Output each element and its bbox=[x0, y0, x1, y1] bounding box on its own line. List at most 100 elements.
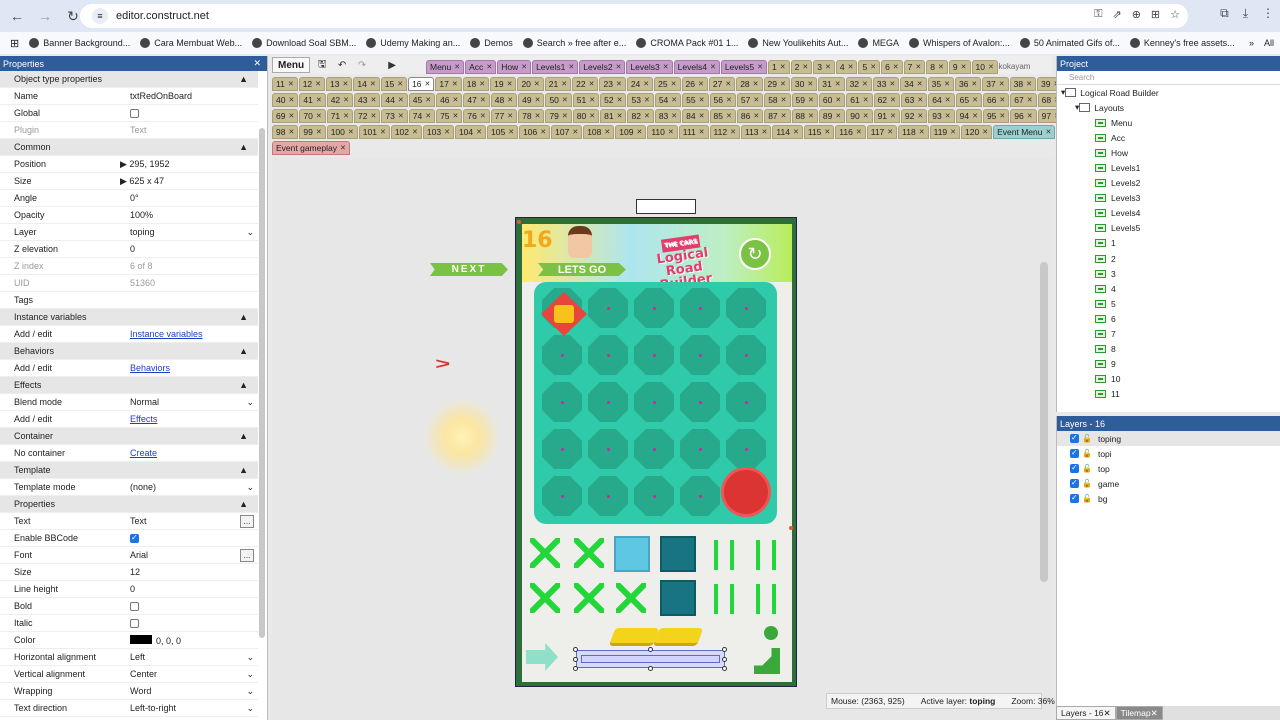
close-icon[interactable]: ✕ bbox=[726, 112, 732, 120]
close-icon[interactable]: ✕ bbox=[835, 96, 841, 104]
close-icon[interactable]: ✕ bbox=[961, 63, 967, 71]
board-tile[interactable] bbox=[634, 288, 674, 328]
close-icon[interactable]: ✕ bbox=[856, 128, 862, 136]
property-section[interactable]: Properties ▲ bbox=[0, 496, 258, 513]
layout-item[interactable]: 11 bbox=[1057, 387, 1280, 402]
tab-layout[interactable]: 117 ✕ bbox=[866, 125, 898, 139]
tab-event-gameplay[interactable]: Event gameplay ✕ bbox=[272, 141, 350, 155]
tab-layout[interactable]: 2 ✕ bbox=[790, 60, 813, 74]
close-icon[interactable]: ✕ bbox=[999, 80, 1005, 88]
tab-layout[interactable]: 40 ✕ bbox=[272, 93, 299, 107]
board-tile[interactable] bbox=[634, 382, 674, 422]
tab-layout[interactable]: Levels5 ✕ bbox=[720, 60, 768, 74]
property-value[interactable]: ▶ 625 x 47 bbox=[120, 176, 258, 187]
close-icon[interactable]: ✕ bbox=[453, 96, 459, 104]
resize-handle[interactable] bbox=[573, 647, 578, 652]
collapse-icon[interactable]: ▲ bbox=[239, 380, 248, 390]
properties-scrollbar[interactable] bbox=[259, 128, 265, 638]
address-bar[interactable]: ≡ editor.construct.net ⚿ ⇗ ⊕ ⊞ ☆ bbox=[80, 4, 1188, 28]
close-icon[interactable]: ✕ bbox=[397, 80, 403, 88]
collapse-icon[interactable]: ▲ bbox=[239, 74, 248, 84]
close-icon[interactable]: ✕ bbox=[781, 112, 787, 120]
tab-layout[interactable]: 41 ✕ bbox=[299, 93, 326, 107]
resize-handle[interactable] bbox=[573, 657, 578, 662]
property-value[interactable]: Center ⌄ bbox=[127, 669, 258, 680]
tab-layout[interactable]: 73 ✕ bbox=[381, 109, 408, 123]
property-value[interactable]: 0, 0, 0 bbox=[127, 634, 258, 646]
layouts-folder[interactable]: ▾ Layouts bbox=[1057, 100, 1280, 115]
tab-layout[interactable]: 1 ✕ bbox=[768, 60, 790, 74]
close-icon[interactable]: ✕ bbox=[972, 112, 978, 120]
layer-row[interactable]: 🔓 game bbox=[1057, 476, 1280, 491]
property-value[interactable]: Create bbox=[127, 448, 258, 458]
board-tile[interactable] bbox=[726, 288, 766, 328]
close-icon[interactable]: ✕ bbox=[699, 96, 705, 104]
layer-row[interactable]: 🔓 topi bbox=[1057, 446, 1280, 461]
browse-button[interactable]: ... bbox=[240, 514, 254, 528]
layer-row[interactable]: 🔓 bg bbox=[1057, 491, 1280, 506]
redo-icon[interactable]: ↷ bbox=[354, 57, 370, 73]
close-icon[interactable]: ✕ bbox=[699, 128, 705, 136]
tab-layout[interactable]: 93 ✕ bbox=[928, 109, 955, 123]
tab-layout[interactable]: 27 ✕ bbox=[708, 77, 736, 91]
bookmark-item[interactable]: Download Soal SBM... bbox=[252, 38, 356, 48]
close-icon[interactable]: ✕ bbox=[343, 112, 349, 120]
close-icon[interactable]: ✕ bbox=[568, 63, 574, 71]
tab-layout[interactable]: 118 ✕ bbox=[898, 125, 929, 139]
close-icon[interactable]: ✕ bbox=[671, 96, 677, 104]
tab-layout[interactable]: 17 ✕ bbox=[435, 77, 462, 91]
board-tile[interactable] bbox=[680, 476, 720, 516]
board-tile[interactable] bbox=[680, 429, 720, 469]
tab-layout[interactable]: 111 ✕ bbox=[678, 125, 709, 139]
tab-layout[interactable]: 28 ✕ bbox=[736, 77, 763, 91]
dropdown-icon[interactable]: ⌄ bbox=[246, 482, 254, 493]
tab-layout[interactable]: Menu ✕ bbox=[426, 60, 465, 74]
install-icon[interactable]: ⊞ bbox=[1151, 8, 1160, 21]
tab-layout[interactable]: 84 ✕ bbox=[682, 109, 709, 123]
property-section[interactable]: Container ▲ bbox=[0, 428, 258, 445]
close-icon[interactable]: ✕ bbox=[316, 96, 322, 104]
tab-layout[interactable]: 65 ✕ bbox=[955, 93, 982, 107]
bookmark-item[interactable]: Demos bbox=[470, 38, 513, 48]
property-value[interactable]: toping ⌄ bbox=[127, 227, 258, 238]
property-value[interactable]: Arial... bbox=[127, 548, 258, 562]
close-icon[interactable]: ✕ bbox=[887, 128, 893, 136]
close-icon[interactable]: ✕ bbox=[315, 80, 321, 88]
close-icon[interactable]: ✕ bbox=[643, 80, 649, 88]
collapse-icon[interactable]: ▲ bbox=[239, 431, 248, 441]
expand-icon[interactable]: ▶ bbox=[120, 176, 129, 186]
resize-handle[interactable] bbox=[648, 666, 653, 671]
close-icon[interactable]: ✕ bbox=[412, 128, 418, 136]
property-link[interactable]: Instance variables bbox=[130, 329, 203, 339]
board-tile[interactable] bbox=[634, 335, 674, 375]
tab-layout[interactable]: 82 ✕ bbox=[627, 109, 654, 123]
tab-layout[interactable]: 85 ✕ bbox=[709, 109, 736, 123]
tab-layout[interactable]: 18 ✕ bbox=[462, 77, 490, 91]
close-icon[interactable]: ✕ bbox=[316, 128, 322, 136]
dropdown-icon[interactable]: ⌄ bbox=[246, 669, 254, 680]
sunburst-sprite[interactable] bbox=[422, 397, 502, 477]
property-value[interactable]: Text... bbox=[127, 514, 258, 528]
tab-layout[interactable]: 54 ✕ bbox=[654, 93, 682, 107]
tab-layout[interactable]: 6 ✕ bbox=[881, 60, 903, 74]
close-icon[interactable]: ✕ bbox=[644, 112, 650, 120]
tab-layout[interactable]: 26 ✕ bbox=[681, 77, 708, 91]
board-tile[interactable] bbox=[726, 335, 766, 375]
close-icon[interactable]: ✕ bbox=[999, 112, 1005, 120]
tab-layout[interactable]: 83 ✕ bbox=[654, 109, 682, 123]
close-icon[interactable]: ✕ bbox=[999, 96, 1005, 104]
board-tile[interactable] bbox=[680, 335, 720, 375]
road-piece[interactable] bbox=[616, 583, 646, 613]
dropdown-icon[interactable]: ⌄ bbox=[246, 227, 254, 238]
board-tile[interactable] bbox=[680, 288, 720, 328]
board-tile[interactable] bbox=[588, 335, 628, 375]
layout-item[interactable]: Levels1 bbox=[1057, 160, 1280, 175]
expand-icon[interactable]: ▶ bbox=[120, 159, 129, 169]
tab-layout[interactable]: 38 ✕ bbox=[1009, 77, 1036, 91]
reset-icon[interactable]: ↻ bbox=[739, 238, 771, 270]
tab-layout[interactable]: 36 ✕ bbox=[954, 77, 982, 91]
property-section[interactable]: Template ▲ bbox=[0, 462, 258, 479]
close-icon[interactable]: ✕ bbox=[1045, 128, 1051, 136]
property-value[interactable]: Instance variables bbox=[127, 329, 258, 339]
close-icon[interactable]: ✕ bbox=[604, 128, 610, 136]
